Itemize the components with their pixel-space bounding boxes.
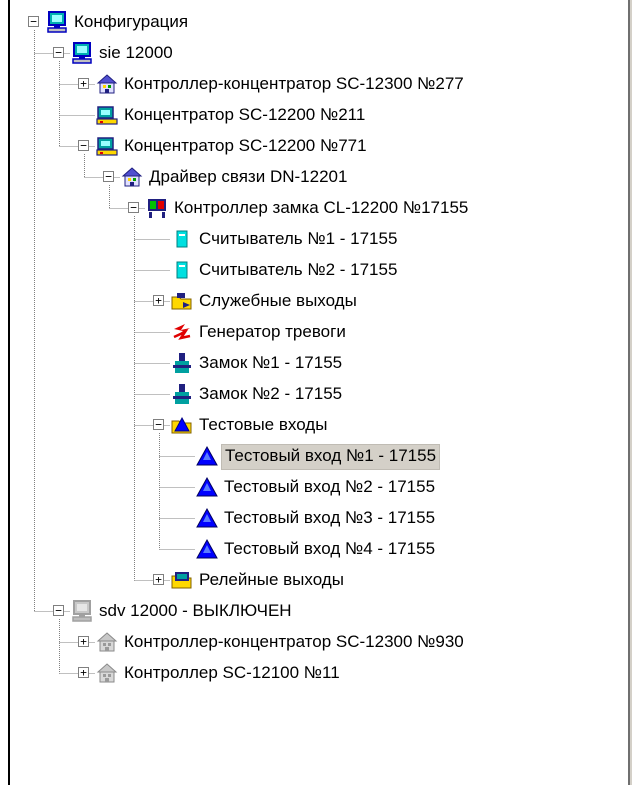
tree-node-label[interactable]: Концентратор SC-12200 №211 xyxy=(121,103,368,127)
card-reader-icon xyxy=(171,259,193,281)
expand-toggle[interactable]: + xyxy=(78,636,89,647)
controller-concentrator-icon xyxy=(96,73,118,95)
tree-node-label[interactable]: Замок №1 - 17155 xyxy=(196,351,345,375)
tree-node[interactable]: Тестовый вход №3 - 17155 xyxy=(0,503,620,534)
tree-node-label[interactable]: Генератор тревоги xyxy=(196,320,349,344)
tree-node[interactable]: + Служебные выходы xyxy=(0,286,620,317)
tree-node[interactable]: Тестовый вход №4 - 17155 xyxy=(0,534,620,565)
lock-controller-icon xyxy=(146,197,168,219)
collapse-toggle[interactable]: − xyxy=(153,419,164,430)
tree-node[interactable]: Концентратор SC-12200 №211 xyxy=(0,100,620,131)
controller-off-icon xyxy=(96,662,118,684)
service-outputs-icon xyxy=(171,290,193,312)
tree-node-label[interactable]: Считыватель №2 - 17155 xyxy=(196,258,400,282)
collapse-toggle[interactable]: − xyxy=(128,202,139,213)
tree-node-label[interactable]: Тестовые входы xyxy=(196,413,330,437)
tree-node[interactable]: Считыватель №1 - 17155 xyxy=(0,224,620,255)
tree-node[interactable]: − Конфигурация xyxy=(0,7,620,38)
collapse-toggle[interactable]: − xyxy=(28,16,39,27)
tree-node-label[interactable]: Контроллер замка CL-12200 №17155 xyxy=(171,196,471,220)
lock-icon xyxy=(171,352,193,374)
tree-node-label[interactable]: sie 12000 xyxy=(96,41,176,65)
tree-node[interactable]: Тестовый вход №1 - 17155 xyxy=(0,441,620,472)
tree-node-label[interactable]: Контроллер-концентратор SC-12300 №277 xyxy=(121,72,467,96)
tree-node[interactable]: Замок №1 - 17155 xyxy=(0,348,620,379)
driver-icon xyxy=(121,166,143,188)
test-inputs-folder-icon xyxy=(171,414,193,436)
controller-concentrator-off-icon xyxy=(96,631,118,653)
tree-node[interactable]: − sie 12000 xyxy=(0,38,620,69)
tree-node-label[interactable]: Контроллер-концентратор SC-12300 №930 xyxy=(121,630,467,654)
tree-node[interactable]: − Тестовые входы xyxy=(0,410,620,441)
expand-toggle[interactable]: + xyxy=(153,295,164,306)
concentrator-icon xyxy=(96,135,118,157)
relay-outputs-icon xyxy=(171,569,193,591)
tree-node-label[interactable]: Контроллер SC-12100 №11 xyxy=(121,661,343,685)
computer-icon xyxy=(71,42,93,64)
tree-node[interactable]: Замок №2 - 17155 xyxy=(0,379,620,410)
tree-node-label[interactable]: Замок №2 - 17155 xyxy=(196,382,345,406)
tree-node-label-selected[interactable]: Тестовый вход №1 - 17155 xyxy=(221,444,441,470)
tree-node-label[interactable]: Тестовый вход №2 - 17155 xyxy=(221,475,438,499)
tree-node[interactable]: Считыватель №2 - 17155 xyxy=(0,255,620,286)
tree-node[interactable]: + Релейные выходы xyxy=(0,565,620,596)
tree-node-label[interactable]: Считыватель №1 - 17155 xyxy=(196,227,400,251)
card-reader-icon xyxy=(171,228,193,250)
tree-node-label[interactable]: Релейные выходы xyxy=(196,568,347,592)
alarm-generator-icon xyxy=(171,321,193,343)
expand-toggle[interactable]: + xyxy=(78,78,89,89)
tree-node[interactable]: − Концентратор SC-12200 №771 xyxy=(0,131,620,162)
collapse-toggle[interactable]: − xyxy=(53,605,64,616)
test-input-icon xyxy=(196,476,218,498)
tree-node[interactable]: − sdv 12000 - ВЫКЛЮЧЕН xyxy=(0,596,620,627)
tree-node-label[interactable]: Концентратор SC-12200 №771 xyxy=(121,134,370,158)
concentrator-icon xyxy=(96,104,118,126)
tree-node-label[interactable]: Служебные выходы xyxy=(196,289,360,313)
tree-node[interactable]: + Контроллер-концентратор SC-12300 №277 xyxy=(0,69,620,100)
tree-node[interactable]: Генератор тревоги xyxy=(0,317,620,348)
configuration-tree[interactable]: − Конфигурация − sie 12000 + Контроллер-… xyxy=(0,0,632,785)
tree-node-label[interactable]: Драйвер связи DN-12201 xyxy=(146,165,350,189)
tree-node[interactable]: − Контроллер замка CL-12200 №17155 xyxy=(0,193,620,224)
collapse-toggle[interactable]: − xyxy=(103,171,114,182)
collapse-toggle[interactable]: − xyxy=(53,47,64,58)
computer-off-icon xyxy=(71,600,93,622)
computer-icon xyxy=(46,11,68,33)
tree-node[interactable]: + Контроллер-концентратор SC-12300 №930 xyxy=(0,627,620,658)
test-input-icon xyxy=(196,507,218,529)
expand-toggle[interactable]: + xyxy=(153,574,164,585)
expand-toggle[interactable]: + xyxy=(78,667,89,678)
test-input-icon xyxy=(196,445,218,467)
tree-node[interactable]: + Контроллер SC-12100 №11 xyxy=(0,658,620,689)
lock-icon xyxy=(171,383,193,405)
collapse-toggle[interactable]: − xyxy=(78,140,89,151)
test-input-icon xyxy=(196,538,218,560)
tree-node-label[interactable]: sdv 12000 - ВЫКЛЮЧЕН xyxy=(96,599,295,623)
tree-node[interactable]: Тестовый вход №2 - 17155 xyxy=(0,472,620,503)
tree-node-label[interactable]: Тестовый вход №3 - 17155 xyxy=(221,506,438,530)
tree-node-label[interactable]: Тестовый вход №4 - 17155 xyxy=(221,537,438,561)
tree-node[interactable]: − Драйвер связи DN-12201 xyxy=(0,162,620,193)
tree-node-label[interactable]: Конфигурация xyxy=(71,10,191,34)
